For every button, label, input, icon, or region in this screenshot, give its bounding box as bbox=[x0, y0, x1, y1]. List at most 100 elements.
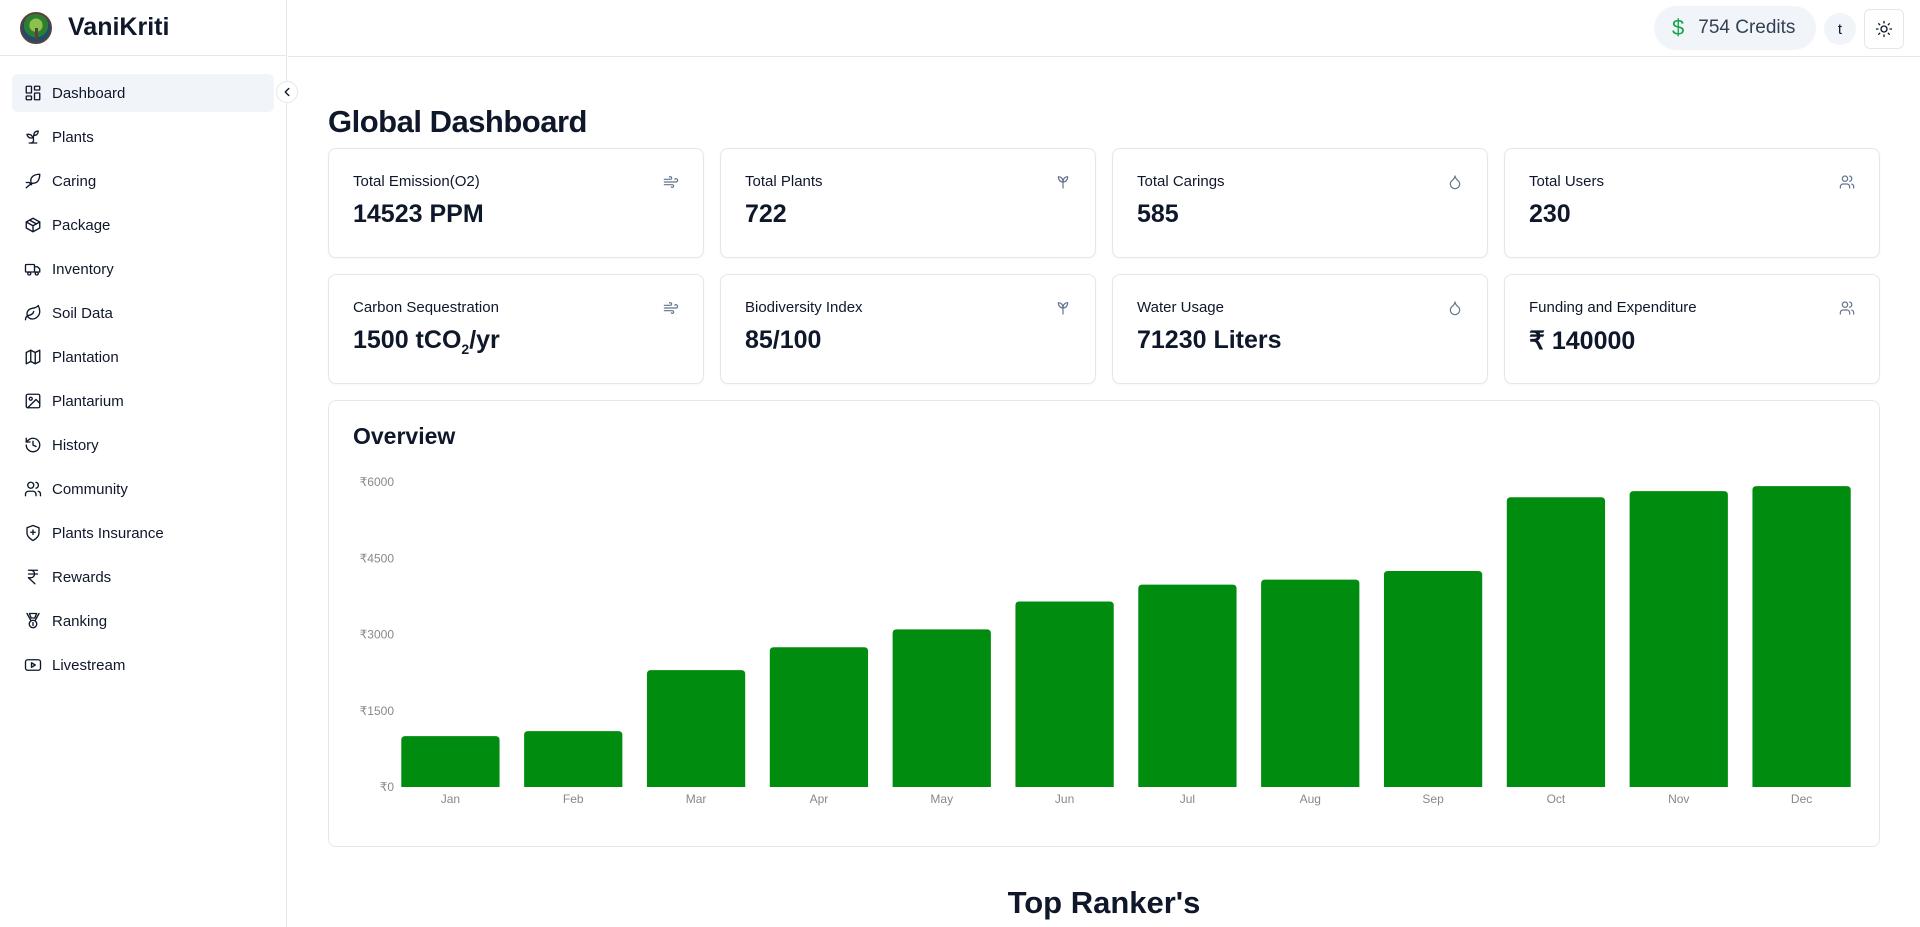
card-value: 85/100 bbox=[745, 326, 822, 354]
card-value: 71230 Liters bbox=[1137, 326, 1282, 354]
y-tick-label: ₹1500 bbox=[360, 704, 395, 718]
sidebar-item-plants[interactable]: Plants bbox=[12, 118, 274, 156]
x-tick-label: Nov bbox=[1668, 792, 1689, 806]
sidebar-item-label: Caring bbox=[52, 172, 97, 190]
chart-bar-dec[interactable] bbox=[1752, 486, 1851, 787]
sidebar-item-inventory[interactable]: Inventory bbox=[12, 250, 274, 288]
page-title: Global Dashboard bbox=[328, 104, 587, 139]
x-tick-label: Oct bbox=[1547, 792, 1566, 806]
sidebar-item-label: Inventory bbox=[52, 260, 114, 278]
chart-bar-nov[interactable] bbox=[1629, 491, 1728, 787]
x-tick-label: Feb bbox=[563, 792, 584, 806]
chart-bar-may[interactable] bbox=[892, 629, 991, 787]
card-title: Total Carings bbox=[1137, 173, 1225, 190]
card-value-prefix: 1500 tCO bbox=[353, 326, 462, 354]
sidebar-item-label: Soil Data bbox=[52, 304, 113, 322]
map-icon bbox=[24, 348, 42, 366]
credits-badge[interactable]: $ 754 Credits bbox=[1654, 6, 1816, 50]
card-title: Total Emission(O2) bbox=[353, 173, 480, 190]
x-tick-label: Apr bbox=[810, 792, 829, 806]
image-icon bbox=[24, 392, 42, 410]
sidebar-item-package[interactable]: Package bbox=[12, 206, 274, 244]
sidebar-item-caring[interactable]: Caring bbox=[12, 162, 274, 200]
x-tick-label: Aug bbox=[1300, 792, 1321, 806]
chart-bar-jan[interactable] bbox=[401, 736, 500, 787]
overview-card: ₹0 ₹1500 ₹3000 ₹4500 ₹6000 Jan Feb Mar Apr May Jun… bbox=[328, 400, 1880, 847]
wind-icon bbox=[663, 174, 679, 190]
rupee-icon bbox=[24, 568, 42, 586]
app-name: VaniKriti bbox=[68, 13, 170, 41]
card-title: Funding and Expenditure bbox=[1529, 299, 1697, 316]
wind-icon bbox=[663, 300, 679, 316]
stat-card-total-emission: Total Emission(O2) 14523 PPM bbox=[328, 148, 704, 258]
overview-bar-chart: ₹0 ₹1500 ₹3000 ₹4500 ₹6000 Jan Feb Mar Apr May Jun… bbox=[360, 475, 1851, 806]
card-value-suffix: /yr bbox=[469, 326, 500, 354]
sidebar-item-plants-insurance[interactable]: Plants Insurance bbox=[12, 514, 274, 552]
users-icon bbox=[1839, 174, 1855, 190]
users-icon bbox=[1839, 300, 1855, 316]
sidebar-item-label: Community bbox=[52, 480, 128, 498]
chart-bar-apr[interactable] bbox=[769, 647, 869, 787]
stat-card-total-carings: Total Carings 585 bbox=[1112, 148, 1488, 258]
sidebar-item-dashboard[interactable]: Dashboard bbox=[12, 74, 274, 112]
chart-bar-jul[interactable] bbox=[1138, 584, 1237, 787]
sidebar-item-label: Livestream bbox=[52, 656, 126, 674]
dashboard-icon bbox=[24, 84, 42, 102]
card-title: Total Plants bbox=[745, 173, 823, 190]
x-tick-label: May bbox=[930, 792, 953, 806]
sidebar-item-label: History bbox=[52, 436, 99, 454]
theme-toggle-button[interactable] bbox=[1864, 9, 1904, 49]
y-tick-label: ₹6000 bbox=[360, 475, 395, 489]
sidebar-item-label: Plants bbox=[52, 128, 94, 146]
sidebar-nav: Dashboard Plants Caring Package Inventor… bbox=[0, 56, 286, 684]
medal-icon bbox=[24, 612, 42, 630]
card-value: ₹ 140000 bbox=[1529, 327, 1636, 355]
chart-bar-feb[interactable] bbox=[524, 731, 623, 787]
sidebar-item-plantarium[interactable]: Plantarium bbox=[12, 382, 274, 420]
x-tick-label: Jan bbox=[441, 792, 460, 806]
collapse-sidebar-button[interactable] bbox=[276, 81, 298, 103]
user-avatar[interactable]: t bbox=[1824, 13, 1856, 45]
sidebar-item-rewards[interactable]: Rewards bbox=[12, 558, 274, 596]
droplet-icon bbox=[1447, 174, 1463, 190]
y-tick-label: ₹3000 bbox=[360, 628, 395, 642]
sidebar-item-label: Rewards bbox=[52, 568, 112, 586]
chevron-left-icon bbox=[284, 87, 290, 97]
droplet-icon bbox=[1447, 300, 1463, 316]
card-value: 14523 PPM bbox=[353, 200, 484, 228]
x-tick-label: Jun bbox=[1055, 792, 1074, 806]
x-tick-label: Dec bbox=[1791, 792, 1812, 806]
stat-card-funding-expenditure: Funding and Expenditure ₹ 140000 bbox=[1504, 274, 1880, 384]
chart-bar-mar[interactable] bbox=[646, 670, 746, 787]
card-value: 1500 tCO2/yr bbox=[353, 326, 679, 357]
sidebar-item-plantation[interactable]: Plantation bbox=[12, 338, 274, 376]
x-tick-label: Mar bbox=[686, 792, 707, 806]
chart-bar-aug[interactable] bbox=[1261, 579, 1360, 787]
sidebar-item-soil-data[interactable]: Soil Data bbox=[12, 294, 274, 332]
sidebar-item-label: Plants Insurance bbox=[52, 524, 164, 542]
card-value: 230 bbox=[1529, 200, 1571, 228]
users-icon bbox=[24, 480, 42, 498]
truck-icon bbox=[24, 260, 42, 278]
sidebar-item-community[interactable]: Community bbox=[12, 470, 274, 508]
sidebar-item-label: Plantation bbox=[52, 348, 119, 366]
stat-card-water-usage: Water Usage 71230 Liters bbox=[1112, 274, 1488, 384]
app-logo bbox=[20, 11, 52, 44]
leaf-hand-icon bbox=[24, 172, 42, 190]
sidebar-item-ranking[interactable]: Ranking bbox=[12, 602, 274, 640]
sidebar-item-history[interactable]: History bbox=[12, 426, 274, 464]
chart-bar-jun[interactable] bbox=[1015, 601, 1114, 787]
brand[interactable]: VaniKriti bbox=[0, 0, 286, 56]
credits-label: 754 Credits bbox=[1698, 17, 1796, 38]
card-value: 722 bbox=[745, 200, 787, 228]
chart-bar-sep[interactable] bbox=[1383, 570, 1483, 787]
sidebar-item-label: Ranking bbox=[52, 612, 108, 630]
chart-bar-oct[interactable] bbox=[1506, 497, 1606, 787]
sidebar-item-livestream[interactable]: Livestream bbox=[12, 646, 274, 684]
card-title: Water Usage bbox=[1137, 299, 1224, 316]
sidebar-item-label: Dashboard bbox=[52, 84, 126, 102]
top-header: $ 754 Credits t bbox=[288, 0, 1920, 57]
sprout-icon bbox=[1055, 174, 1071, 190]
stat-card-total-users: Total Users 230 bbox=[1504, 148, 1880, 258]
shield-icon bbox=[24, 524, 42, 542]
